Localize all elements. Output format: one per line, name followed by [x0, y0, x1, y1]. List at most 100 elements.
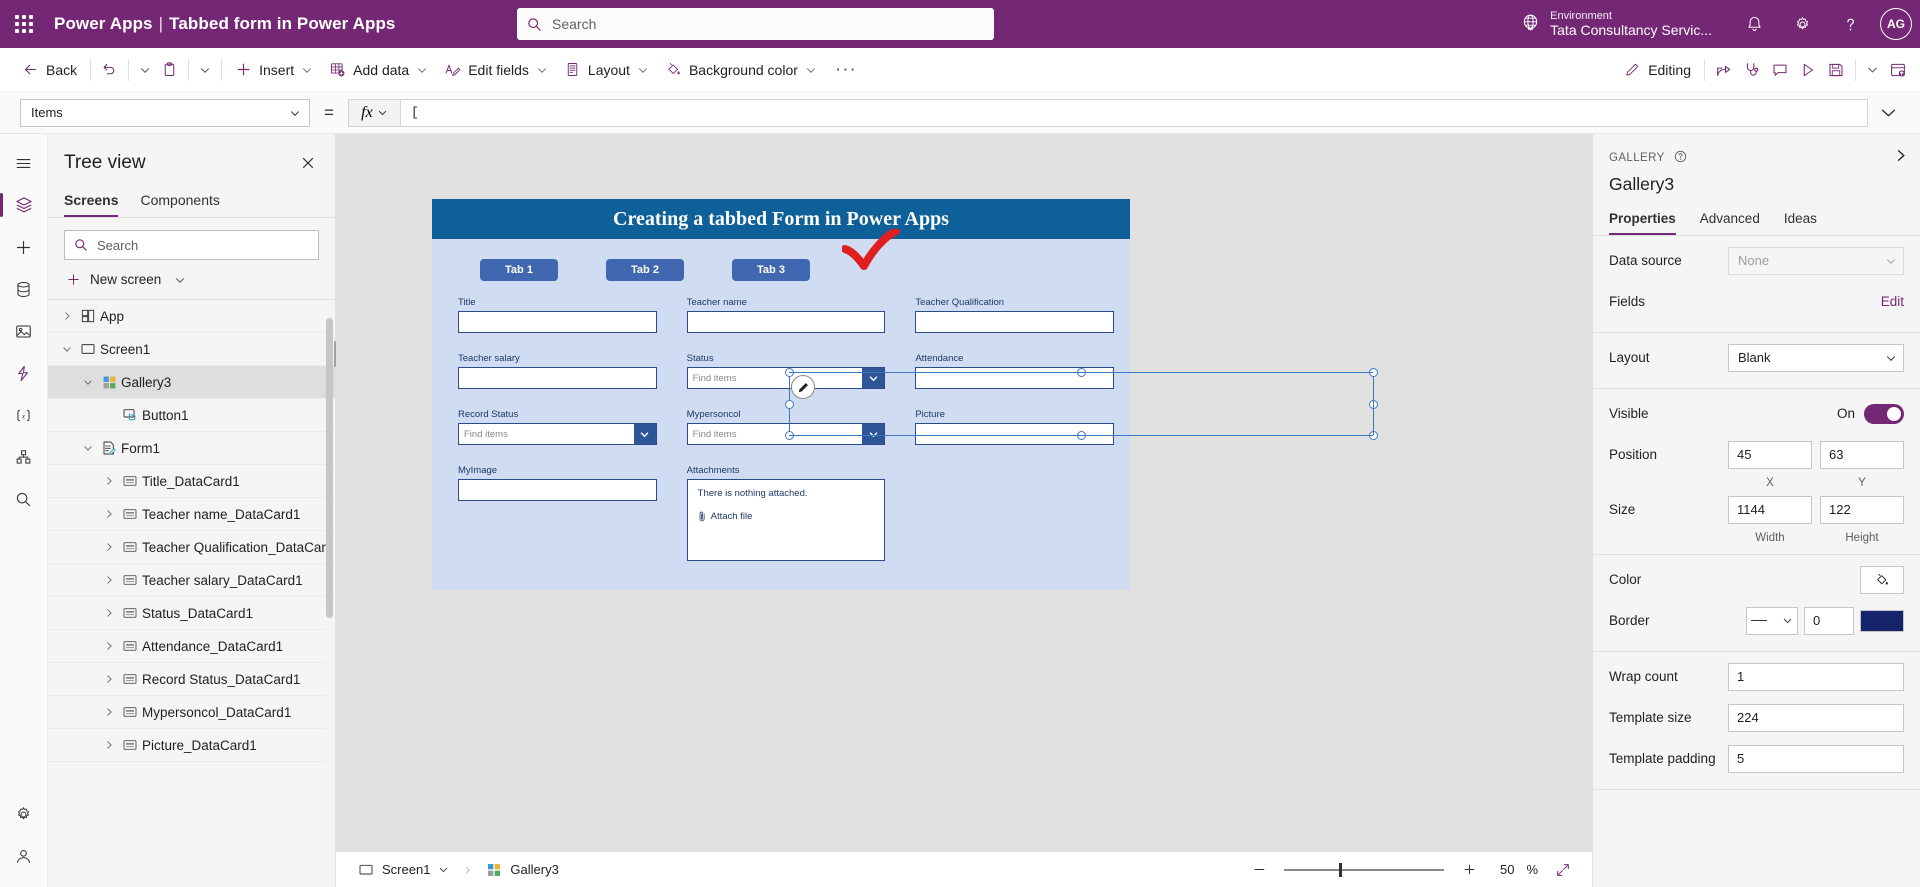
overflow-menu-button[interactable]: ··· [825, 60, 867, 79]
hamburger-menu-icon[interactable] [0, 142, 48, 184]
chevron-right-icon[interactable] [100, 674, 118, 684]
tab-components[interactable]: Components [140, 186, 219, 217]
power-automate-icon[interactable] [0, 352, 48, 394]
insert-button[interactable]: Insert [227, 54, 321, 86]
tree-node-screen1[interactable]: Screen1 [48, 333, 335, 366]
field-input-teacher-salary[interactable] [458, 367, 657, 389]
fields-edit-link[interactable]: Edit [1881, 294, 1904, 309]
components-icon[interactable] [0, 436, 48, 478]
field-input-teacher-name[interactable] [686, 311, 886, 333]
tab-screens[interactable]: Screens [64, 186, 119, 217]
data-source-select[interactable]: None [1728, 246, 1904, 275]
formula-input[interactable]: [ [399, 98, 1868, 127]
selection-handle-tc[interactable] [1077, 368, 1086, 377]
zoom-slider-thumb[interactable] [1339, 862, 1343, 877]
paste-dropdown[interactable] [194, 54, 216, 86]
position-y-input[interactable]: 63 [1820, 440, 1904, 469]
position-x-input[interactable]: 45 [1728, 440, 1812, 469]
tree-node-app[interactable]: App [48, 300, 335, 333]
selection-handle-bc[interactable] [1077, 431, 1086, 440]
border-style-select[interactable] [1746, 606, 1798, 635]
share-button[interactable] [1710, 54, 1738, 86]
edit-fields-button[interactable]: Edit fields [436, 54, 556, 86]
editing-mode-button[interactable]: Editing [1616, 54, 1699, 86]
variables-fx-icon[interactable]: x [0, 394, 48, 436]
status-control-selector[interactable]: Gallery3 [480, 856, 564, 884]
tree-node-button1[interactable]: Button1 [48, 399, 335, 432]
tree-node-form1[interactable]: Form1 [48, 432, 335, 465]
wrap-count-input[interactable]: 1 [1728, 662, 1904, 691]
fit-to-screen-icon[interactable] [1550, 857, 1576, 883]
attachments-box[interactable]: There is nothing attached. Attach file [686, 479, 886, 561]
add-data-button[interactable]: Add data [321, 54, 436, 86]
save-dropdown[interactable] [1861, 54, 1884, 86]
size-width-input[interactable]: 1144 [1728, 495, 1812, 524]
field-input-title[interactable] [458, 311, 657, 333]
preview-button[interactable] [1794, 54, 1822, 86]
chevron-down-icon[interactable] [79, 377, 97, 387]
tree-node-picture-datacard1[interactable]: Picture_DataCard1 [48, 729, 335, 762]
avatar[interactable]: AG [1880, 8, 1912, 40]
tree-view-layers-icon[interactable] [0, 184, 48, 226]
data-cylinder-icon[interactable] [0, 268, 48, 310]
selection-handle-tr[interactable] [1369, 368, 1378, 377]
gallery-tab-2[interactable]: Tab 2 [606, 259, 684, 281]
search-icon[interactable] [0, 478, 48, 520]
settings-gear-icon[interactable] [1778, 0, 1826, 48]
template-size-input[interactable]: 224 [1728, 703, 1904, 732]
close-icon[interactable] [297, 152, 319, 174]
tab-advanced[interactable]: Advanced [1700, 207, 1760, 235]
zoom-slider[interactable] [1284, 861, 1445, 879]
tree-node-teacher-qualification-datacard1[interactable]: Teacher Qualification_DataCard1 [48, 531, 335, 564]
field-input-myimage[interactable] [458, 479, 657, 501]
plus-icon[interactable] [1456, 857, 1482, 883]
selection-handle-ml[interactable] [785, 400, 794, 409]
chevron-right-icon[interactable] [100, 641, 118, 651]
tree-search-input[interactable]: Search [64, 230, 319, 260]
background-color-button[interactable]: Background color [657, 54, 825, 86]
chevron-right-icon[interactable] [58, 311, 76, 321]
brand-name[interactable]: Power Apps [54, 14, 153, 33]
tab-properties[interactable]: Properties [1609, 207, 1676, 235]
save-button[interactable] [1822, 54, 1850, 86]
chevron-right-icon[interactable] [100, 542, 118, 552]
tree-node-list[interactable]: App Screen1 Gallery3 Button1 Form1 Title_Data… [48, 299, 335, 887]
undo-button[interactable] [96, 54, 123, 86]
size-height-input[interactable]: 122 [1820, 495, 1904, 524]
environment-picker[interactable]: Environment Tata Consultancy Servic... [1520, 10, 1712, 39]
visible-toggle[interactable] [1864, 403, 1904, 424]
tree-node-title-datacard1[interactable]: Title_DataCard1 [48, 465, 335, 498]
attach-file-button[interactable]: Attach file [698, 511, 875, 522]
tree-node-record-status-datacard1[interactable]: Record Status_DataCard1 [48, 663, 335, 696]
panel-resize-grip[interactable] [331, 334, 339, 374]
undo-dropdown[interactable] [134, 54, 156, 86]
chevron-down-icon[interactable] [79, 443, 97, 453]
layout-select[interactable]: Blank [1728, 343, 1904, 372]
color-picker-button[interactable] [1860, 565, 1904, 594]
tree-node-status-datacard1[interactable]: Status_DataCard1 [48, 597, 335, 630]
chevron-right-icon[interactable] [100, 509, 118, 519]
selection-handle-br[interactable] [1369, 431, 1378, 440]
border-color-swatch[interactable] [1860, 609, 1904, 632]
chevron-down-icon[interactable] [862, 368, 885, 388]
tab-ideas[interactable]: Ideas [1784, 207, 1817, 235]
chevron-right-icon[interactable] [100, 476, 118, 486]
publish-button[interactable] [1884, 54, 1912, 86]
template-padding-input[interactable]: 5 [1728, 744, 1904, 773]
tree-node-teacher-name-datacard1[interactable]: Teacher name_DataCard1 [48, 498, 335, 531]
field-combobox-record-status[interactable]: Find items [458, 423, 657, 445]
property-selector[interactable]: Items [20, 98, 310, 127]
gallery-tab-3[interactable]: Tab 3 [732, 259, 810, 281]
tree-node-gallery3[interactable]: Gallery3 [48, 366, 335, 399]
account-icon[interactable] [0, 835, 48, 877]
new-screen-button[interactable]: New screen [48, 260, 335, 299]
chevron-down-icon[interactable] [862, 424, 885, 444]
tree-node-mypersoncol-datacard1[interactable]: Mypersoncol_DataCard1 [48, 696, 335, 729]
app-checker-button[interactable] [1738, 54, 1766, 86]
chevron-right-icon[interactable] [100, 608, 118, 618]
gallery-tab-1[interactable]: Tab 1 [480, 259, 558, 281]
fx-button[interactable]: fx [347, 98, 400, 127]
back-button[interactable]: Back [14, 54, 85, 86]
chevron-right-icon[interactable] [100, 740, 118, 750]
chevron-right-icon[interactable] [100, 707, 118, 717]
